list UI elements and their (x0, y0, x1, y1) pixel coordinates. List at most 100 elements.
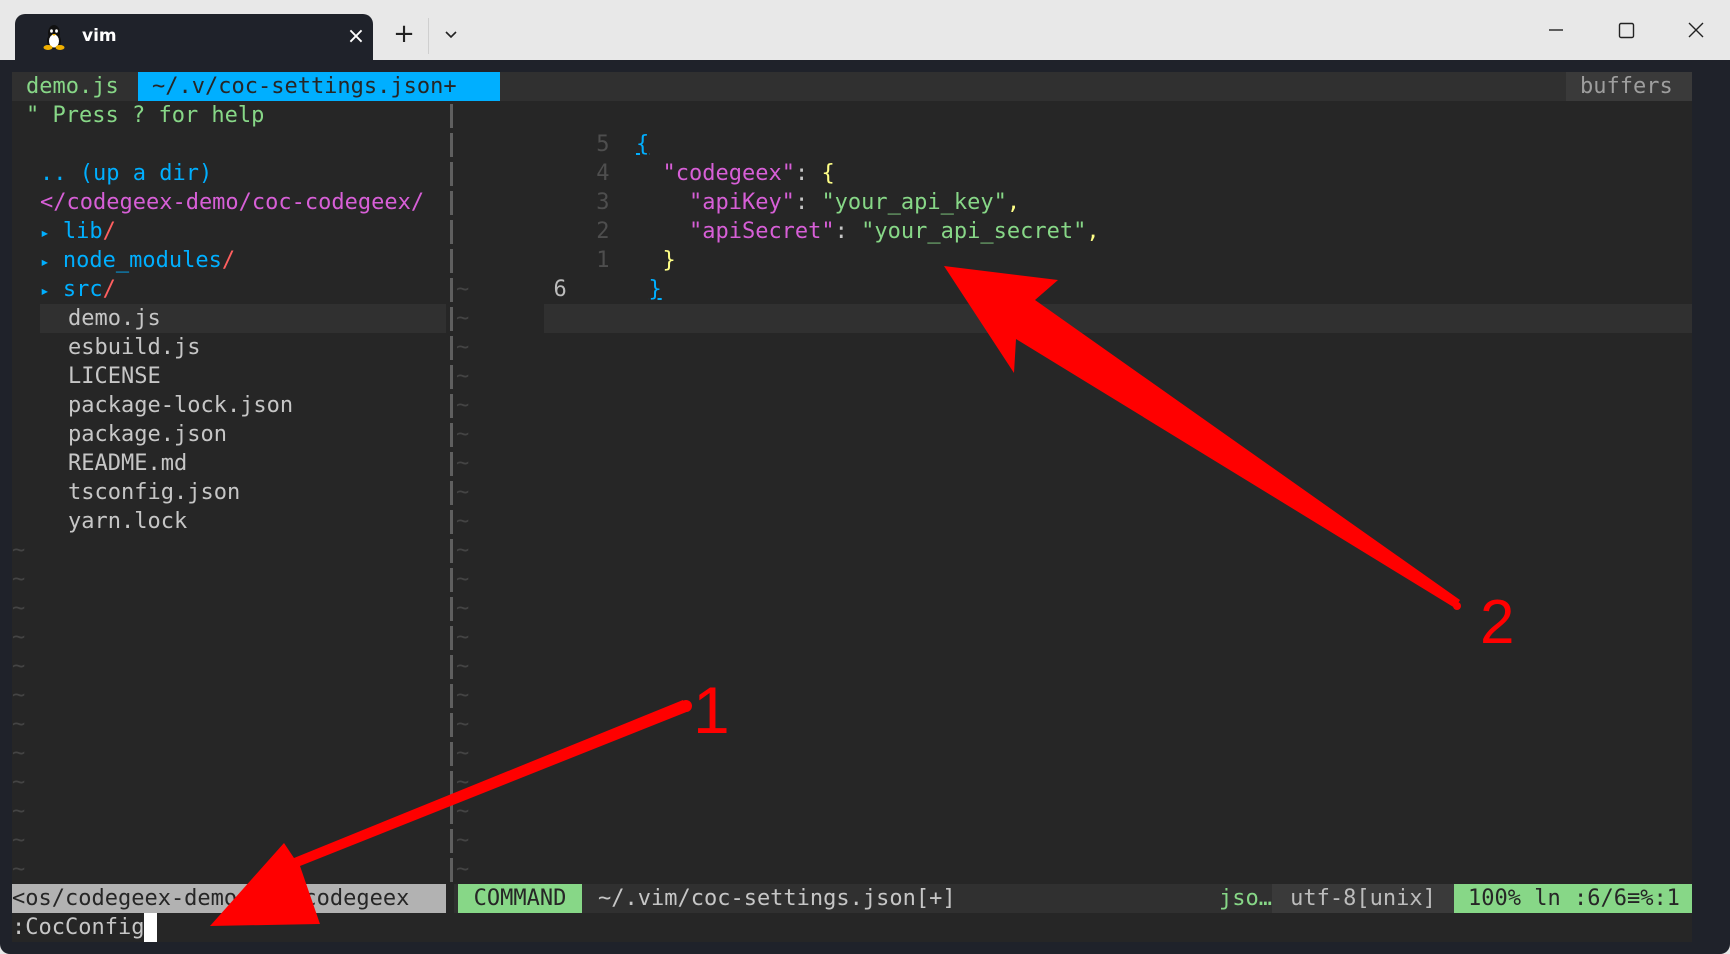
split-border-segment (450, 452, 453, 476)
nerdtree-file[interactable]: package-lock.json (68, 391, 293, 420)
split-border-segment (450, 626, 453, 650)
split-border-segment (450, 220, 453, 244)
empty-line-tilde: ~ (12, 770, 26, 795)
minimize-button[interactable] (1532, 12, 1580, 48)
empty-line-tilde: ~ (456, 306, 470, 331)
editor-line-6[interactable]: 6 } (460, 246, 661, 302)
empty-line-tilde: ~ (456, 799, 470, 824)
vim-buffers-label: buffers (1566, 72, 1692, 101)
empty-line-tilde: ~ (456, 364, 470, 389)
split-border-segment (450, 655, 453, 679)
collapsed-arrow-icon: ▸ (40, 252, 50, 271)
mode-indicator: COMMAND (458, 884, 582, 913)
split-border-segment (450, 481, 453, 505)
editor-line-3[interactable]: 3 "apiKey": "your_api_key", (460, 159, 1020, 215)
empty-line-tilde: ~ (456, 654, 470, 679)
empty-line-tilde: ~ (456, 393, 470, 418)
editor-line-4[interactable]: 2 "apiSecret": "your_api_secret", (460, 188, 1099, 244)
command-line[interactable]: :CocConfig (12, 913, 158, 942)
editor-line-5[interactable]: 1 } (460, 217, 676, 273)
empty-line-tilde: ~ (12, 712, 26, 737)
split-border-segment (450, 742, 453, 766)
split-border-segment (450, 800, 453, 824)
empty-line-tilde: ~ (456, 567, 470, 592)
empty-line-tilde: ~ (456, 538, 470, 563)
empty-line-tilde: ~ (456, 683, 470, 708)
vim-tab-demo-js[interactable]: demo.js (12, 72, 137, 101)
nerdtree-file[interactable]: yarn.lock (68, 507, 187, 536)
statusline-filetype: jso… (1219, 886, 1272, 911)
empty-line-tilde: ~ (456, 741, 470, 766)
current-line-number: 6 (553, 277, 567, 302)
collapsed-arrow-icon: ▸ (40, 281, 50, 300)
nerdtree-file[interactable]: package.json (68, 420, 227, 449)
split-border-segment (450, 394, 453, 418)
terminal-tab-vim[interactable]: vim × (15, 14, 373, 64)
split-border-segment (450, 133, 453, 157)
nerdtree-help: " Press ? for help (26, 103, 265, 128)
empty-line-tilde: ~ (12, 654, 26, 679)
empty-line-tilde: ~ (456, 712, 470, 737)
statusline-filename: ~/.vim/coc-settings.json[+] (598, 886, 956, 911)
nerdtree-up-dir[interactable]: .. (up a dir) (40, 159, 212, 188)
empty-line-tilde: ~ (456, 828, 470, 853)
empty-line-tilde: ~ (456, 422, 470, 447)
tab-divider (428, 18, 429, 54)
nerdtree-dir-src[interactable]: ▸ src/ (40, 275, 116, 304)
close-window-button[interactable] (1672, 12, 1720, 48)
chevron-down-icon[interactable] (437, 20, 465, 48)
vim-screen[interactable]: demo.js ~/.v/coc-settings.json+ buffers … (12, 72, 1692, 942)
split-border-segment (450, 104, 453, 128)
maximize-button[interactable] (1602, 12, 1650, 48)
empty-line-tilde: ~ (456, 277, 470, 302)
statusline-percent: 100% (1468, 886, 1521, 911)
empty-line-tilde: ~ (12, 538, 26, 563)
nerdtree-file[interactable]: esbuild.js (68, 333, 200, 362)
split-border-segment (450, 365, 453, 389)
split-border-segment (450, 307, 453, 331)
nerdtree-file-selected[interactable]: demo.js (40, 304, 446, 333)
new-tab-button[interactable]: + (390, 20, 418, 48)
nerdtree-root[interactable]: </codegeex-demo/coc-codegeex/ (40, 188, 424, 217)
nerdtree-dir-lib[interactable]: ▸ lib/ (40, 217, 116, 246)
empty-line-tilde: ~ (12, 567, 26, 592)
linux-tux-icon (43, 25, 65, 50)
nerdtree-file[interactable]: tsconfig.json (68, 478, 240, 507)
split-border-segment (450, 713, 453, 737)
empty-line-tilde: ~ (456, 770, 470, 795)
editor-line-1[interactable]: 5 { (460, 101, 649, 157)
command-text: :CocConfig (12, 915, 145, 940)
nerdtree-file[interactable]: LICENSE (68, 362, 161, 391)
empty-line-tilde: ~ (12, 741, 26, 766)
split-border-segment (450, 568, 453, 592)
split-border-segment (450, 539, 453, 563)
empty-line-tilde: ~ (12, 625, 26, 650)
nerdtree-dir-node-modules[interactable]: ▸ node_modules/ (40, 246, 235, 275)
statusline-encoding: utf-8[unix] (1272, 884, 1454, 913)
vim-tab-coc-settings[interactable]: ~/.v/coc-settings.json+ (138, 72, 500, 101)
empty-line-tilde: ~ (456, 480, 470, 505)
vim-tabline: demo.js ~/.v/coc-settings.json+ buffers (12, 72, 1692, 101)
empty-line-tilde: ~ (456, 625, 470, 650)
split-border-segment (450, 858, 453, 882)
empty-line-tilde: ~ (12, 596, 26, 621)
split-border-segment (450, 423, 453, 447)
empty-line-tilde: ~ (12, 683, 26, 708)
text-cursor (144, 913, 158, 942)
close-tab-button[interactable]: × (343, 24, 369, 50)
statusline-line-col: ln :6/6≡%:1 (1534, 886, 1680, 911)
split-border-segment (450, 510, 453, 534)
empty-line-tilde: ~ (456, 596, 470, 621)
collapsed-arrow-icon: ▸ (40, 223, 50, 242)
split-border-segment (450, 684, 453, 708)
nerdtree-file[interactable]: README.md (68, 449, 187, 478)
split-border-segment (450, 191, 453, 215)
editor-line-2[interactable]: 4 "codegeex": { (460, 130, 834, 186)
empty-line-tilde: ~ (456, 509, 470, 534)
statusline-position: 100% ln :6/6≡%:1 (1454, 884, 1692, 913)
cursor-line-highlight (544, 304, 1692, 333)
split-border-segment (450, 278, 453, 302)
empty-line-tilde: ~ (456, 451, 470, 476)
split-border-segment (450, 336, 453, 360)
window-titlebar: vim × + (0, 0, 1730, 64)
